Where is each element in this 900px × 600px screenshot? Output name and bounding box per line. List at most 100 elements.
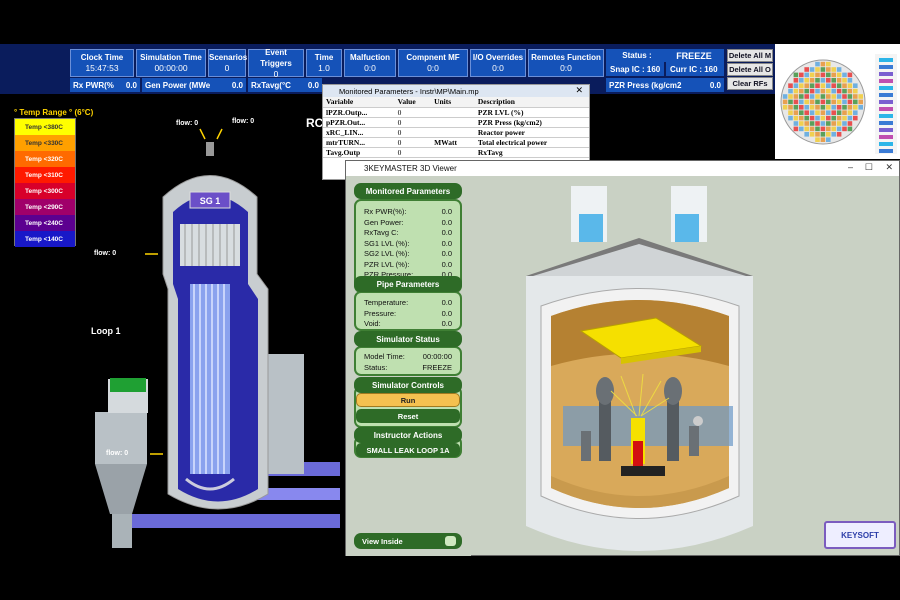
- fuel-assembly-cell: [836, 88, 842, 94]
- fuel-assembly-cell: [831, 94, 836, 99]
- fuel-assembly-cell: [836, 110, 842, 115]
- table-row[interactable]: Tavg.Outp 0 RxTavg: [323, 147, 589, 158]
- fuel-assembly-cell: [820, 121, 826, 126]
- view-inside-label: View Inside: [362, 536, 403, 546]
- cell-value: 0: [394, 107, 432, 118]
- column-header[interactable]: Units: [431, 97, 475, 108]
- fuel-assembly-cell: [799, 105, 804, 110]
- fuel-assembly-cell: [842, 115, 847, 121]
- fuel-assembly-cell: [799, 78, 804, 83]
- malfunction-cell[interactable]: Malfuction 0:0: [344, 49, 396, 77]
- 3d-viewer-window[interactable]: 3KEYMASTER 3D Viewer – ☐ ✕ Rx PWR(%): 0.0…: [345, 160, 900, 556]
- param-row: Temperature: 0.0: [364, 298, 452, 307]
- cell-variable: xRC_LIN...: [323, 127, 395, 138]
- fuel-assembly-cell: [804, 78, 809, 83]
- fuel-assembly-cell: [831, 115, 836, 121]
- fuel-assembly-cell: [782, 94, 788, 99]
- delete-all-malfunctions-button[interactable]: Delete All M: [727, 49, 773, 62]
- legend-item: Temp <380C: [15, 119, 75, 135]
- table-row[interactable]: pPZR.Out... 0 PZR Press (kg/cm2): [323, 117, 589, 128]
- fuel-assembly-cell: [831, 78, 836, 83]
- legend-item: Temp <310C: [15, 167, 75, 183]
- fuel-assembly-cell: [793, 105, 799, 110]
- viewer-titlebar[interactable]: 3KEYMASTER 3D Viewer – ☐ ✕: [346, 161, 899, 176]
- fuel-assembly-cell: [804, 115, 809, 121]
- run-button[interactable]: Run: [356, 393, 460, 407]
- fuel-assembly-cell: [826, 105, 831, 110]
- minimize-icon[interactable]: –: [848, 162, 853, 172]
- core-sidebar-item: [879, 128, 893, 132]
- fuel-assembly-cell: [820, 78, 826, 83]
- containment-3d-render[interactable]: [471, 176, 899, 556]
- legend-item: Temp <240C: [15, 215, 75, 231]
- legend-item: Temp <330C: [15, 135, 75, 151]
- rx-tavg-readout: RxTavg(°C 0.0: [248, 78, 322, 92]
- fuel-assembly-cell: [809, 105, 815, 110]
- rx-pwr-readout: Rx PWR(% 0.0: [70, 78, 140, 92]
- fuel-assembly-cell: [820, 61, 826, 67]
- reset-button[interactable]: Reset: [356, 409, 460, 423]
- fuel-assembly-cell: [831, 99, 836, 105]
- table-row[interactable]: mtrTURN... 0 MWatt Total electrical power: [323, 137, 589, 148]
- fuel-assembly-cell: [853, 83, 858, 88]
- cell-units: [431, 127, 475, 138]
- fuel-assembly-cell: [820, 110, 826, 115]
- fuel-assembly-cell: [842, 105, 847, 110]
- fuel-assembly-cell: [826, 94, 831, 99]
- mp-table: Variable Value Units Description lPZR.Ou…: [323, 97, 589, 158]
- component-mf-cell[interactable]: Compnent MF 0:0: [398, 49, 468, 77]
- mp-window-titlebar[interactable]: Monitored Parameters - Instr\MP\Main.mp …: [323, 85, 589, 97]
- fuel-assembly-cell: [836, 115, 842, 121]
- fuel-assembly-cell: [815, 67, 820, 72]
- cell-units: [431, 117, 475, 128]
- fuel-assembly-cell: [804, 99, 809, 105]
- fuel-assembly-cell: [820, 105, 826, 110]
- cell-description: Reactor power: [474, 127, 589, 138]
- fuel-assembly-cell: [815, 115, 820, 121]
- temp-range-title: ° Temp Range ° (6°C): [14, 108, 94, 117]
- fuel-assembly-cell: [826, 72, 831, 78]
- pipe-parameters-title: Pipe Parameters: [354, 276, 462, 292]
- delete-all-overrides-button[interactable]: Delete All O: [727, 63, 773, 76]
- cell-description: PZR Press (kg/cm2): [474, 117, 589, 128]
- cell-description: RxTavg: [474, 147, 589, 158]
- table-row[interactable]: lPZR.Outp... 0 PZR LVL (%): [323, 107, 589, 118]
- view-inside-checkbox[interactable]: [445, 536, 456, 546]
- flow-label: flow: 0: [232, 118, 255, 125]
- monitored-parameters-title: Monitored Parameters: [354, 183, 462, 199]
- core-sidebar-item: [879, 121, 893, 125]
- column-header[interactable]: Value: [394, 97, 432, 108]
- fuel-assembly-cell: [804, 105, 809, 110]
- maximize-icon[interactable]: ☐: [865, 162, 873, 173]
- mp-window-title: Monitored Parameters - Instr\MP\Main.mp: [339, 86, 479, 96]
- close-icon[interactable]: ✕: [575, 85, 583, 96]
- cell-units: [431, 147, 475, 158]
- legend-item: Temp <140C: [15, 231, 75, 247]
- fuel-assembly-cell: [847, 105, 853, 110]
- param-row: SG1 LVL (%): 0.0: [364, 238, 452, 248]
- cell-units: [431, 107, 475, 118]
- fuel-assembly-cell: [836, 94, 842, 99]
- column-header[interactable]: Description: [474, 97, 589, 108]
- close-icon[interactable]: ✕: [885, 162, 893, 173]
- event-triggers-cell[interactable]: Event Triggers 0: [248, 48, 304, 79]
- fuel-assembly-cell: [809, 67, 815, 72]
- io-overrides-cell[interactable]: I/O Overrides 0:0: [470, 49, 526, 77]
- fuel-assembly-cell: [820, 67, 826, 72]
- fuel-assembly-cell: [831, 132, 836, 137]
- fuel-assembly-cell: [815, 99, 820, 105]
- fuel-assembly-cell: [815, 121, 820, 126]
- view-inside-toggle[interactable]: View Inside: [354, 533, 462, 549]
- small-leak-loop-1a-button[interactable]: SMALL LEAK LOOP 1A: [356, 443, 460, 457]
- scenarios-cell[interactable]: Scenarios 0: [208, 49, 247, 77]
- fuel-assembly-cell: [853, 99, 858, 105]
- cell-value: 0: [394, 137, 432, 148]
- time-cell[interactable]: Time 1.0: [306, 49, 342, 77]
- fuel-assembly-cell: [836, 132, 842, 137]
- remotes-function-cell[interactable]: Remotes Function 0:0: [528, 49, 604, 77]
- table-row[interactable]: xRC_LIN... 0 Reactor power: [323, 127, 589, 138]
- fuel-assembly-cell: [842, 78, 847, 83]
- column-header[interactable]: Variable: [323, 97, 395, 108]
- core-map-panel: [775, 44, 900, 159]
- clear-rfs-button[interactable]: Clear RFs: [727, 77, 773, 90]
